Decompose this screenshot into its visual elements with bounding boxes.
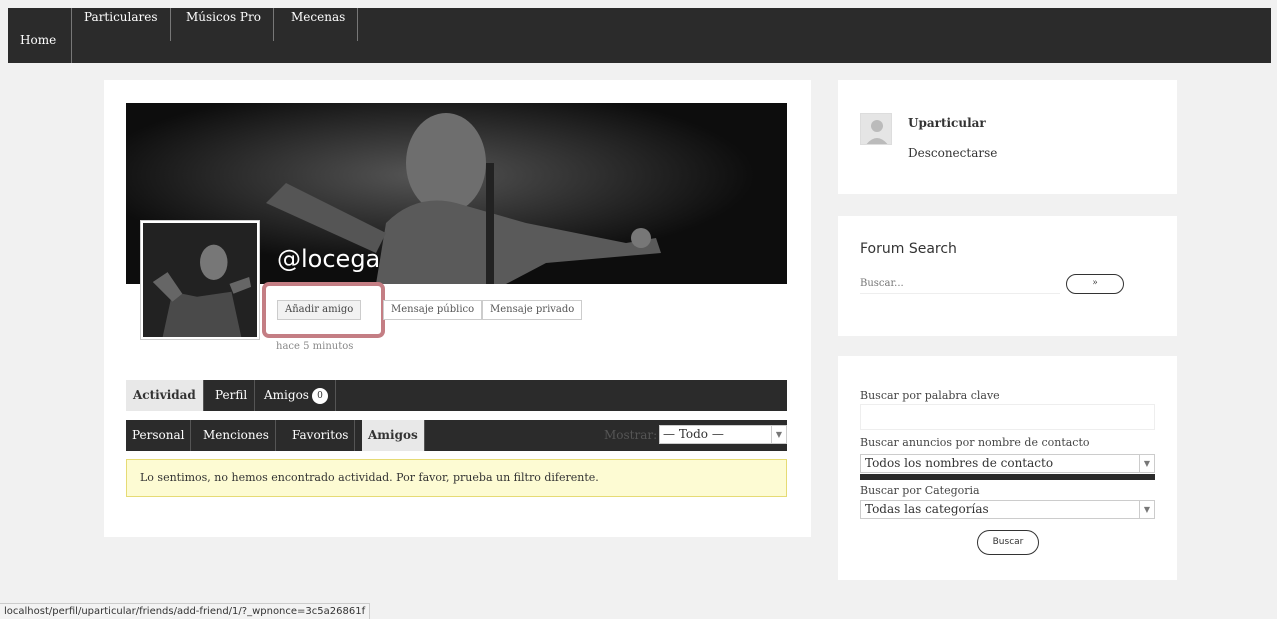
friends-count-badge: 0 <box>311 387 328 404</box>
contact-select[interactable]: Todos los nombres de contacto ▼ <box>860 454 1155 473</box>
user-widget: Uparticular Desconectarse <box>838 80 1177 194</box>
category-select-value: Todas las categorías <box>865 502 989 516</box>
subtab-menciones[interactable]: Menciones <box>197 420 276 451</box>
status-bar-url: localhost/perfil/uparticular/friends/add… <box>0 603 371 619</box>
divider-bar <box>860 474 1155 480</box>
forum-search-widget: Forum Search » <box>838 216 1177 336</box>
logout-link[interactable]: Desconectarse <box>908 146 997 160</box>
forum-search-input[interactable] <box>860 274 1060 294</box>
search-button[interactable]: Buscar <box>977 530 1039 555</box>
no-activity-notice: Lo sentimos, no hemos encontrado activid… <box>126 459 787 497</box>
profile-tabs: Actividad Perfil Amigos 0 <box>126 380 787 411</box>
filter-label: Mostrar: <box>604 428 658 442</box>
last-active: hace 5 minutos <box>276 341 354 352</box>
classifieds-search-widget: Buscar por palabra clave Buscar anuncios… <box>838 356 1177 580</box>
keyword-input[interactable] <box>860 404 1155 430</box>
nav-musicos-pro[interactable]: Músicos Pro <box>174 8 274 41</box>
filter-value: — Todo — <box>663 427 724 441</box>
chevron-down-icon: ▼ <box>1139 455 1154 472</box>
contact-label: Buscar anuncios por nombre de contacto <box>860 436 1090 449</box>
activity-subtabs: Personal Menciones Favoritos Amigos Most… <box>126 420 787 451</box>
activity-filter-select[interactable]: — Todo — ▼ <box>659 425 787 444</box>
chevron-down-icon: ▼ <box>1139 501 1154 518</box>
forum-search-button[interactable]: » <box>1066 274 1124 294</box>
profile-username: @locega <box>277 245 381 273</box>
add-friend-button[interactable]: Añadir amigo <box>277 300 362 320</box>
category-label: Buscar por Categoria <box>860 484 980 497</box>
user-name-link[interactable]: Uparticular <box>908 116 986 130</box>
tab-amigos[interactable]: Amigos 0 <box>257 380 336 411</box>
category-select[interactable]: Todas las categorías ▼ <box>860 500 1155 519</box>
subtab-favoritos[interactable]: Favoritos <box>286 420 356 451</box>
chevron-down-icon: ▼ <box>771 426 786 443</box>
public-message-button[interactable]: Mensaje público <box>383 300 483 320</box>
private-message-button[interactable]: Mensaje privado <box>482 300 583 320</box>
contact-select-value: Todos los nombres de contacto <box>865 456 1054 470</box>
forum-search-title: Forum Search <box>860 241 957 257</box>
tab-perfil[interactable]: Perfil <box>208 380 256 411</box>
subtab-personal[interactable]: Personal <box>126 420 192 451</box>
tab-actividad[interactable]: Actividad <box>126 380 204 411</box>
subtab-amigos[interactable]: Amigos <box>362 420 425 451</box>
user-avatar-icon[interactable] <box>860 113 892 145</box>
nav-particulares[interactable]: Particulares <box>72 8 171 41</box>
profile-avatar[interactable] <box>140 220 260 340</box>
profile-card: @locega Añadir amigo Mensaje público Men… <box>104 80 811 537</box>
nav-home[interactable]: Home <box>8 8 72 63</box>
keyword-label: Buscar por palabra clave <box>860 389 1000 402</box>
nav-mecenas[interactable]: Mecenas <box>279 8 359 41</box>
tab-amigos-label: Amigos <box>264 388 309 402</box>
top-navigation: Home Particulares Músicos Pro Mecenas <box>8 8 1271 63</box>
